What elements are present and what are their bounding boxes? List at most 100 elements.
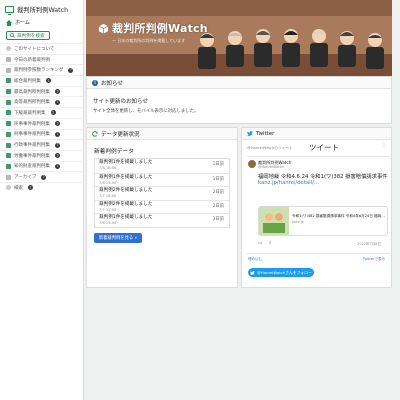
sidebar-item[interactable]: 総合裁判例集? — [0, 75, 83, 86]
list-item[interactable]: 裁判例1件を掲載しました 7/6 13:00 3日前 — [95, 213, 229, 227]
site-brand-label: 裁判所判例Watch — [17, 7, 69, 14]
notice-card: i お知らせ サイト更新のお知らせ サイト全体を更新し、モバイル表示に対応しまし… — [86, 76, 392, 124]
view-on-twitter-link[interactable]: Twitterで表示 — [363, 257, 385, 262]
sidebar-item[interactable]: 今日の新着裁判例 — [0, 53, 83, 65]
sidebar-item[interactable]: 最高裁判所判例集? — [0, 85, 83, 97]
sidebar-item[interactable]: 検索? — [0, 181, 83, 193]
sidebar-item-label: 下級裁裁判例集 — [14, 110, 46, 116]
sidebar-item-label: 刑事事件裁判例集 — [14, 132, 50, 138]
view-new-cases-button[interactable]: 新着裁判例を見る » — [94, 232, 142, 243]
sidebar-item-label: アーカイブ — [14, 175, 37, 181]
sidebar-item-label: 最高裁判所判例集 — [14, 89, 50, 95]
sidebar-item-label: 高等裁判所判例集 — [14, 100, 50, 106]
site-title-label: 裁判所判例Watch — [112, 22, 208, 35]
sidebar-item[interactable]: 裁判例参照数ランキング? — [0, 64, 83, 75]
help-badge-icon[interactable]: ? — [55, 121, 60, 127]
help-badge-icon[interactable]: ? — [55, 153, 60, 159]
update-age: 1日前 — [212, 176, 224, 182]
help-badge-icon[interactable]: ? — [55, 89, 60, 95]
cube-icon — [98, 23, 109, 34]
book-icon — [6, 131, 11, 137]
sidebar-item[interactable]: 知的財産裁判例集? — [0, 160, 83, 172]
tweets-by-handle[interactable]: @HanreiWatchのツイート — [247, 146, 293, 151]
link-card-domain: kanz.jp — [292, 220, 304, 224]
calendar-icon — [6, 57, 11, 63]
book-icon — [6, 78, 11, 84]
help-badge-icon[interactable]: ? — [28, 185, 33, 191]
sidebar-item-label: 労働事件裁判例集 — [14, 153, 50, 159]
sidebar-item[interactable]: 行政事件裁判例集? — [0, 139, 83, 150]
sidebar-item-label: 知的財産裁判例集 — [14, 164, 50, 170]
sidebar-item[interactable]: 労働事件裁判例集? — [0, 149, 83, 161]
help-badge-icon[interactable]: ? — [50, 110, 56, 116]
update-age: 3日前 — [212, 217, 224, 223]
list-item[interactable]: 裁判例1件を掲載しました 7/8 13:00 1日前 — [95, 172, 229, 187]
tweet-link[interactable]: kanz.jp/hanrei/detail/… — [258, 180, 319, 186]
avatar[interactable] — [248, 160, 256, 168]
search-cases-label: 裁判例を検索 — [17, 33, 45, 39]
twitter-bird-icon — [247, 131, 253, 136]
update-age: 2日前 — [212, 203, 224, 209]
book-icon — [6, 121, 11, 127]
help-badge-icon[interactable]: ? — [41, 174, 47, 180]
divider — [247, 156, 390, 157]
help-badge-icon[interactable]: ? — [55, 142, 60, 148]
book-icon — [6, 163, 11, 169]
sidebar-item[interactable]: アーカイブ? — [0, 171, 83, 182]
help-badge-icon[interactable]: ? — [68, 67, 74, 73]
list-item[interactable]: 裁判例1件を掲載しました 7/8 18:00 1日前 — [95, 159, 229, 173]
info-circle-icon[interactable]: ⓘ — [382, 143, 386, 149]
share-icon[interactable]: ⇧ — [268, 241, 272, 246]
book-icon — [6, 153, 11, 159]
follow-button[interactable]: @HanreiWatchさんをフォロー — [248, 268, 314, 277]
ranking-icon — [6, 67, 11, 73]
twitter-bird-icon — [250, 270, 255, 275]
list-item[interactable]: 裁判例2件を掲載しました 7/7 18:00 2日前 — [95, 186, 229, 200]
sidebar-item[interactable]: 民事事件裁判例集? — [0, 117, 83, 129]
book-icon — [6, 110, 11, 116]
help-badge-icon[interactable]: ? — [46, 78, 51, 84]
tweet-author-handle[interactable]: @HanreiWatch — [258, 165, 284, 169]
notice-card-header: i お知らせ — [87, 77, 391, 89]
site-brand[interactable]: 裁判所判例Watch — [0, 0, 83, 17]
archive-icon — [6, 174, 11, 180]
reply-icon[interactable]: ▭ — [258, 241, 262, 246]
sidebar-item[interactable]: 下級裁裁判例集? — [0, 107, 83, 118]
update-age: 1日前 — [212, 162, 224, 167]
tweet-date[interactable]: 2022年7月8日 — [357, 242, 381, 247]
sidebar-item[interactable]: 刑事事件裁判例集? — [0, 128, 83, 140]
data-update-heading: データ更新状況 — [101, 131, 140, 138]
update-date: 7/7 17:00 — [99, 207, 117, 212]
help-badge-icon[interactable]: ? — [55, 163, 60, 169]
help-badge-icon[interactable]: ? — [55, 131, 60, 137]
tweet-link-card[interactable]: 令和1(ワ)382 損害賠償請求事件 令和4年6月24日 福岡… kanz.jp — [258, 206, 388, 236]
search-cases-button[interactable]: 裁判例を検索 — [6, 31, 50, 40]
sidebar-item[interactable]: 高等裁判所判例集? — [0, 96, 83, 107]
follow-button-label: @HanreiWatchさんをフォロー — [257, 269, 312, 275]
update-date: 7/8 18:00 — [99, 166, 117, 170]
update-date: 7/6 13:00 — [99, 221, 117, 226]
sidebar-item[interactable]: このサイトについて — [0, 43, 83, 54]
site-subtitle: ー 日本の裁判所の判例を掲載しています — [112, 38, 186, 43]
sidebar-item-home[interactable]: ホーム — [0, 17, 83, 28]
update-date: 7/7 18:00 — [99, 194, 117, 199]
thumbnail-illustration — [259, 207, 289, 235]
data-update-card: データ更新状況 新着判例データ 裁判例1件を掲載しました 7/8 18:00 1日前… — [86, 127, 238, 288]
embed-link[interactable]: 埋め込む — [248, 257, 262, 262]
notice-heading: お知らせ — [101, 80, 123, 87]
sidebar-item-home-label: ホーム — [15, 20, 30, 26]
sidebar-item-label: 裁判例参照数ランキング — [14, 68, 64, 74]
help-badge-icon[interactable]: ? — [55, 99, 60, 105]
twitter-heading: Twitter — [256, 130, 275, 137]
book-icon — [6, 142, 11, 148]
book-icon — [6, 89, 11, 95]
update-list: 裁判例1件を掲載しました 7/8 18:00 1日前 裁判例1件を掲載しました 7/8 … — [94, 158, 230, 228]
sidebar-item-label: 総合裁判例集 — [14, 78, 41, 84]
info-icon — [6, 46, 11, 52]
site-title[interactable]: 裁判所判例Watch — [98, 20, 208, 36]
notice-text: サイト全体を更新し、モバイル表示に対応しました。 — [93, 109, 199, 114]
update-age: 2日前 — [212, 190, 224, 196]
sidebar-item-label: 今日の新着裁判例 — [14, 57, 50, 63]
sidebar: 裁判所判例Watch ホーム 裁判例を検索 このサイトについて 今日の新着裁判例裁… — [0, 0, 84, 400]
list-item[interactable]: 裁判例2件を掲載しました 7/7 17:00 2日前 — [95, 199, 229, 214]
